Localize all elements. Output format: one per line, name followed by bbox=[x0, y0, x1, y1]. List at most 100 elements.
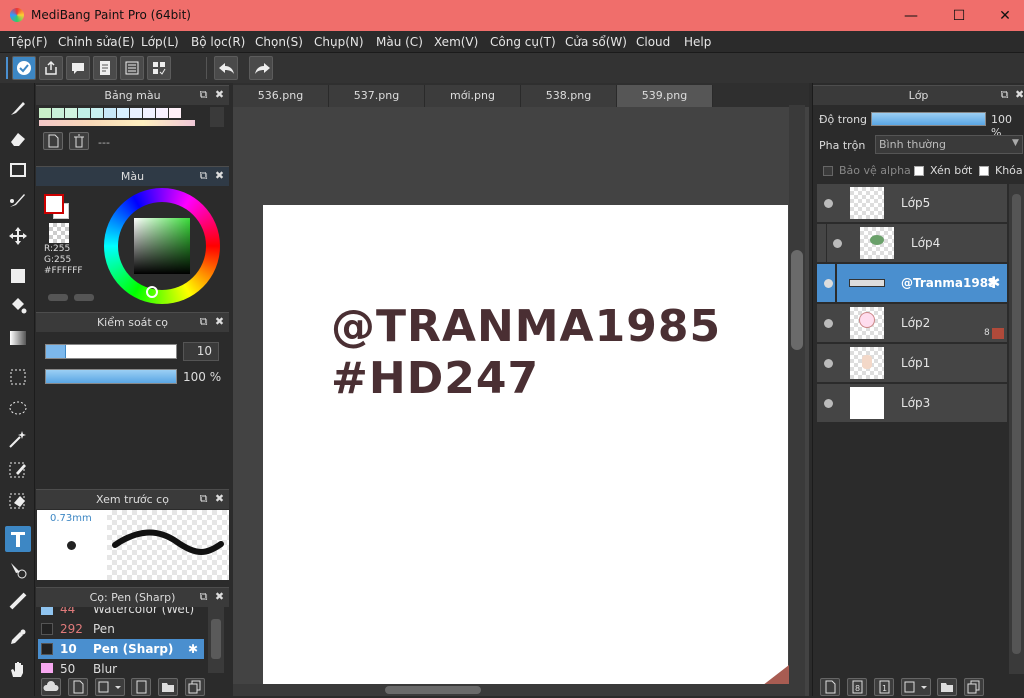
float-icon[interactable]: ⧉ bbox=[198, 170, 209, 181]
brush-size-slider[interactable] bbox=[45, 344, 177, 359]
brush-item-selected[interactable]: 10 Pen (Sharp) ✱ bbox=[38, 639, 204, 659]
eye-icon[interactable] bbox=[824, 199, 833, 208]
close-icon[interactable]: ✖ bbox=[214, 89, 225, 100]
float-icon[interactable]: ⧉ bbox=[198, 316, 209, 327]
close-icon[interactable]: ✖ bbox=[214, 316, 225, 327]
palette-swatch[interactable] bbox=[156, 108, 168, 118]
float-icon[interactable]: ⧉ bbox=[198, 89, 209, 100]
palette-swatch[interactable] bbox=[39, 108, 51, 118]
palette-swatch[interactable] bbox=[143, 108, 155, 118]
tool-gradient[interactable] bbox=[5, 325, 31, 351]
add-layer-dropdown[interactable] bbox=[901, 678, 931, 696]
pages-button[interactable] bbox=[93, 56, 117, 80]
palette-scrollbar[interactable] bbox=[210, 107, 224, 127]
maximize-button[interactable]: ☐ bbox=[936, 0, 982, 31]
canvas-vertical-scrollbar[interactable] bbox=[789, 105, 805, 696]
brush-list-scroll-thumb[interactable] bbox=[211, 619, 221, 659]
float-icon[interactable]: ⧉ bbox=[198, 493, 209, 504]
tool-bucket[interactable] bbox=[5, 293, 31, 319]
gear-icon[interactable]: ✱ bbox=[987, 273, 1000, 292]
tool-operation[interactable] bbox=[5, 557, 31, 583]
layer-folder-button[interactable] bbox=[937, 678, 957, 696]
menu-filter[interactable]: Bộ lọc(R) bbox=[191, 35, 245, 49]
hue-wheel[interactable] bbox=[104, 188, 220, 304]
menu-cloud[interactable]: Cloud bbox=[636, 35, 670, 49]
menu-color[interactable]: Màu (C) bbox=[376, 35, 423, 49]
palette-swatch[interactable] bbox=[52, 108, 64, 118]
gear-icon[interactable]: ✱ bbox=[188, 639, 198, 659]
color-mode-button[interactable] bbox=[48, 294, 68, 301]
tool-move[interactable] bbox=[5, 223, 31, 249]
redo-button[interactable] bbox=[249, 56, 273, 80]
palette-swatch[interactable] bbox=[169, 108, 181, 118]
canvas-text[interactable]: @TRANMA1985 #HD247 bbox=[331, 301, 721, 405]
close-icon[interactable]: ✖ bbox=[214, 170, 225, 181]
hue-handle[interactable] bbox=[146, 286, 158, 298]
tab-537[interactable]: 537.png bbox=[329, 85, 425, 107]
layer-row-selected[interactable]: @Tranma1985 ✱ bbox=[817, 264, 1007, 303]
palette-new-button[interactable] bbox=[43, 132, 63, 150]
palette-swatch[interactable] bbox=[78, 108, 90, 118]
brush-item[interactable]: 50 Blur bbox=[38, 659, 204, 673]
new-layer-button[interactable] bbox=[820, 678, 840, 696]
close-button[interactable]: ✕ bbox=[982, 0, 1024, 31]
tool-magic-wand[interactable] bbox=[5, 426, 31, 452]
primary-color-swatch[interactable] bbox=[44, 194, 64, 214]
canvas-vertical-scroll-thumb[interactable] bbox=[791, 250, 803, 350]
brush-add-button[interactable] bbox=[68, 678, 88, 696]
layer-row[interactable]: Lớp1 bbox=[817, 344, 1007, 383]
clipping-checkbox[interactable] bbox=[914, 166, 924, 176]
layer-opacity-slider[interactable] bbox=[871, 112, 986, 126]
palette-swatch[interactable] bbox=[91, 108, 103, 118]
color-picker-button[interactable] bbox=[74, 294, 94, 301]
tab-moi[interactable]: mới.png bbox=[425, 85, 521, 107]
eye-icon[interactable] bbox=[824, 359, 833, 368]
brush-cloud-button[interactable] bbox=[41, 678, 61, 696]
share-button[interactable] bbox=[39, 56, 63, 80]
float-icon[interactable]: ⧉ bbox=[198, 591, 209, 602]
tool-select-eraser[interactable] bbox=[5, 488, 31, 514]
tool-divide[interactable] bbox=[5, 588, 31, 614]
tool-text[interactable] bbox=[5, 526, 31, 552]
canvas-horizontal-scroll-thumb[interactable] bbox=[385, 686, 481, 694]
layer-row[interactable]: Lớp2 8 bbox=[817, 304, 1007, 343]
tab-539[interactable]: 539.png bbox=[617, 85, 713, 107]
palette-swatch[interactable] bbox=[117, 108, 129, 118]
duplicate-layer-button[interactable] bbox=[964, 678, 984, 696]
tool-select-pen[interactable] bbox=[5, 457, 31, 483]
float-icon[interactable]: ⧉ bbox=[999, 89, 1010, 100]
undo-button[interactable] bbox=[214, 56, 238, 80]
menu-layer[interactable]: Lớp(L) bbox=[141, 35, 179, 49]
palette-swatch-row[interactable] bbox=[39, 120, 195, 126]
minimize-button[interactable]: — bbox=[888, 0, 934, 31]
eye-icon[interactable] bbox=[833, 239, 842, 248]
palette-swatch[interactable] bbox=[130, 108, 142, 118]
brush-opacity-slider[interactable] bbox=[45, 369, 177, 384]
menu-edit[interactable]: Chỉnh sửa(E) bbox=[58, 35, 135, 49]
layer-row[interactable]: Lớp4 bbox=[817, 224, 1007, 263]
snap-button[interactable] bbox=[147, 56, 171, 80]
brush-list-scrollbar[interactable] bbox=[208, 607, 224, 673]
cloud-check-button[interactable] bbox=[12, 56, 36, 80]
brush-properties-button[interactable] bbox=[131, 678, 151, 696]
eye-icon[interactable] bbox=[824, 279, 833, 288]
brush-size-input[interactable]: 10 bbox=[183, 342, 219, 361]
lock-checkbox[interactable] bbox=[979, 166, 989, 176]
tool-fill-rect[interactable] bbox=[5, 263, 31, 289]
menu-window[interactable]: Cửa sổ(W) bbox=[565, 35, 627, 49]
layer-list-scrollbar[interactable] bbox=[1009, 184, 1024, 674]
tool-lasso[interactable] bbox=[5, 395, 31, 421]
tool-rectangle[interactable] bbox=[5, 157, 31, 183]
menu-file[interactable]: Tệp(F) bbox=[9, 35, 48, 49]
brush-item[interactable]: 292 Pen bbox=[38, 619, 204, 639]
brush-duplicate-button[interactable] bbox=[185, 678, 205, 696]
menu-help[interactable]: Help bbox=[684, 35, 711, 49]
close-icon[interactable]: ✖ bbox=[214, 591, 225, 602]
new-8bit-layer-button[interactable]: 8 bbox=[847, 678, 867, 696]
brush-item[interactable]: 44 Watercolor (Wet) bbox=[38, 607, 204, 619]
tab-538[interactable]: 538.png bbox=[521, 85, 617, 107]
protect-alpha-checkbox[interactable] bbox=[823, 166, 833, 176]
palette-swatch[interactable] bbox=[65, 108, 77, 118]
menu-snap[interactable]: Chụp(N) bbox=[314, 35, 364, 49]
menu-view[interactable]: Xem(V) bbox=[434, 35, 478, 49]
